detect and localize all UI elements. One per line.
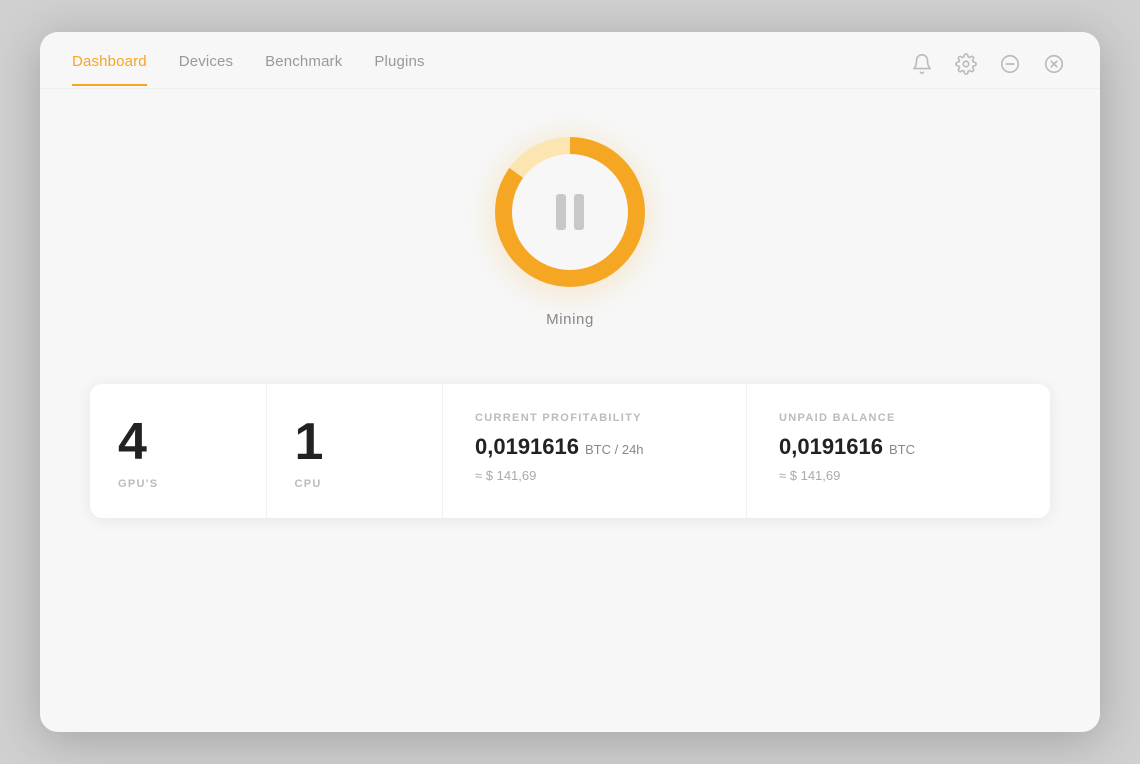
minimize-icon[interactable] (996, 50, 1024, 78)
titlebar: Dashboard Devices Benchmark Plugins (40, 32, 1100, 89)
nav-devices[interactable]: Devices (179, 53, 233, 86)
cpu-label: CPU (295, 478, 322, 490)
nav-plugins[interactable]: Plugins (374, 53, 424, 86)
cpu-stat-cell: 1 CPU (267, 384, 444, 518)
nav-dashboard[interactable]: Dashboard (72, 53, 147, 86)
pause-bar-left (556, 194, 566, 230)
profitability-value: 0,0191616 (475, 434, 579, 460)
profitability-label: CURRENT PROFITABILITY (475, 412, 714, 424)
mining-inner (512, 154, 628, 270)
nav-benchmark[interactable]: Benchmark (265, 53, 342, 86)
mining-label: Mining (546, 311, 594, 328)
bell-icon[interactable] (908, 50, 936, 78)
gpu-count: 4 (118, 416, 147, 468)
profitability-approx: ≈ $ 141,69 (475, 468, 714, 483)
main-content: Mining 4 GPU'S 1 CPU CURRENT PROFITABILI… (40, 89, 1100, 732)
gpu-stat-cell: 4 GPU'S (90, 384, 267, 518)
stats-row: 4 GPU'S 1 CPU CURRENT PROFITABILITY 0,01… (90, 384, 1050, 518)
settings-icon[interactable] (952, 50, 980, 78)
mining-button-wrap (495, 137, 645, 287)
mining-section: Mining (495, 137, 645, 328)
profitability-unit: BTC / 24h (585, 442, 644, 457)
unpaid-value: 0,0191616 (779, 434, 883, 460)
pause-icon (556, 194, 584, 230)
unpaid-cell: UNPAID BALANCE 0,0191616 BTC ≈ $ 141,69 (747, 384, 1050, 518)
unpaid-label: UNPAID BALANCE (779, 412, 1018, 424)
gpu-label: GPU'S (118, 478, 158, 490)
app-window: Dashboard Devices Benchmark Plugins (40, 32, 1100, 732)
unpaid-unit: BTC (889, 442, 915, 457)
window-controls (908, 50, 1068, 88)
profitability-value-row: 0,0191616 BTC / 24h (475, 434, 714, 460)
cpu-count: 1 (295, 416, 324, 468)
unpaid-value-row: 0,0191616 BTC (779, 434, 1018, 460)
close-icon[interactable] (1040, 50, 1068, 78)
mining-button[interactable] (495, 137, 645, 287)
pause-bar-right (574, 194, 584, 230)
profitability-cell: CURRENT PROFITABILITY 0,0191616 BTC / 24… (443, 384, 747, 518)
unpaid-approx: ≈ $ 141,69 (779, 468, 1018, 483)
main-nav: Dashboard Devices Benchmark Plugins (72, 53, 425, 86)
